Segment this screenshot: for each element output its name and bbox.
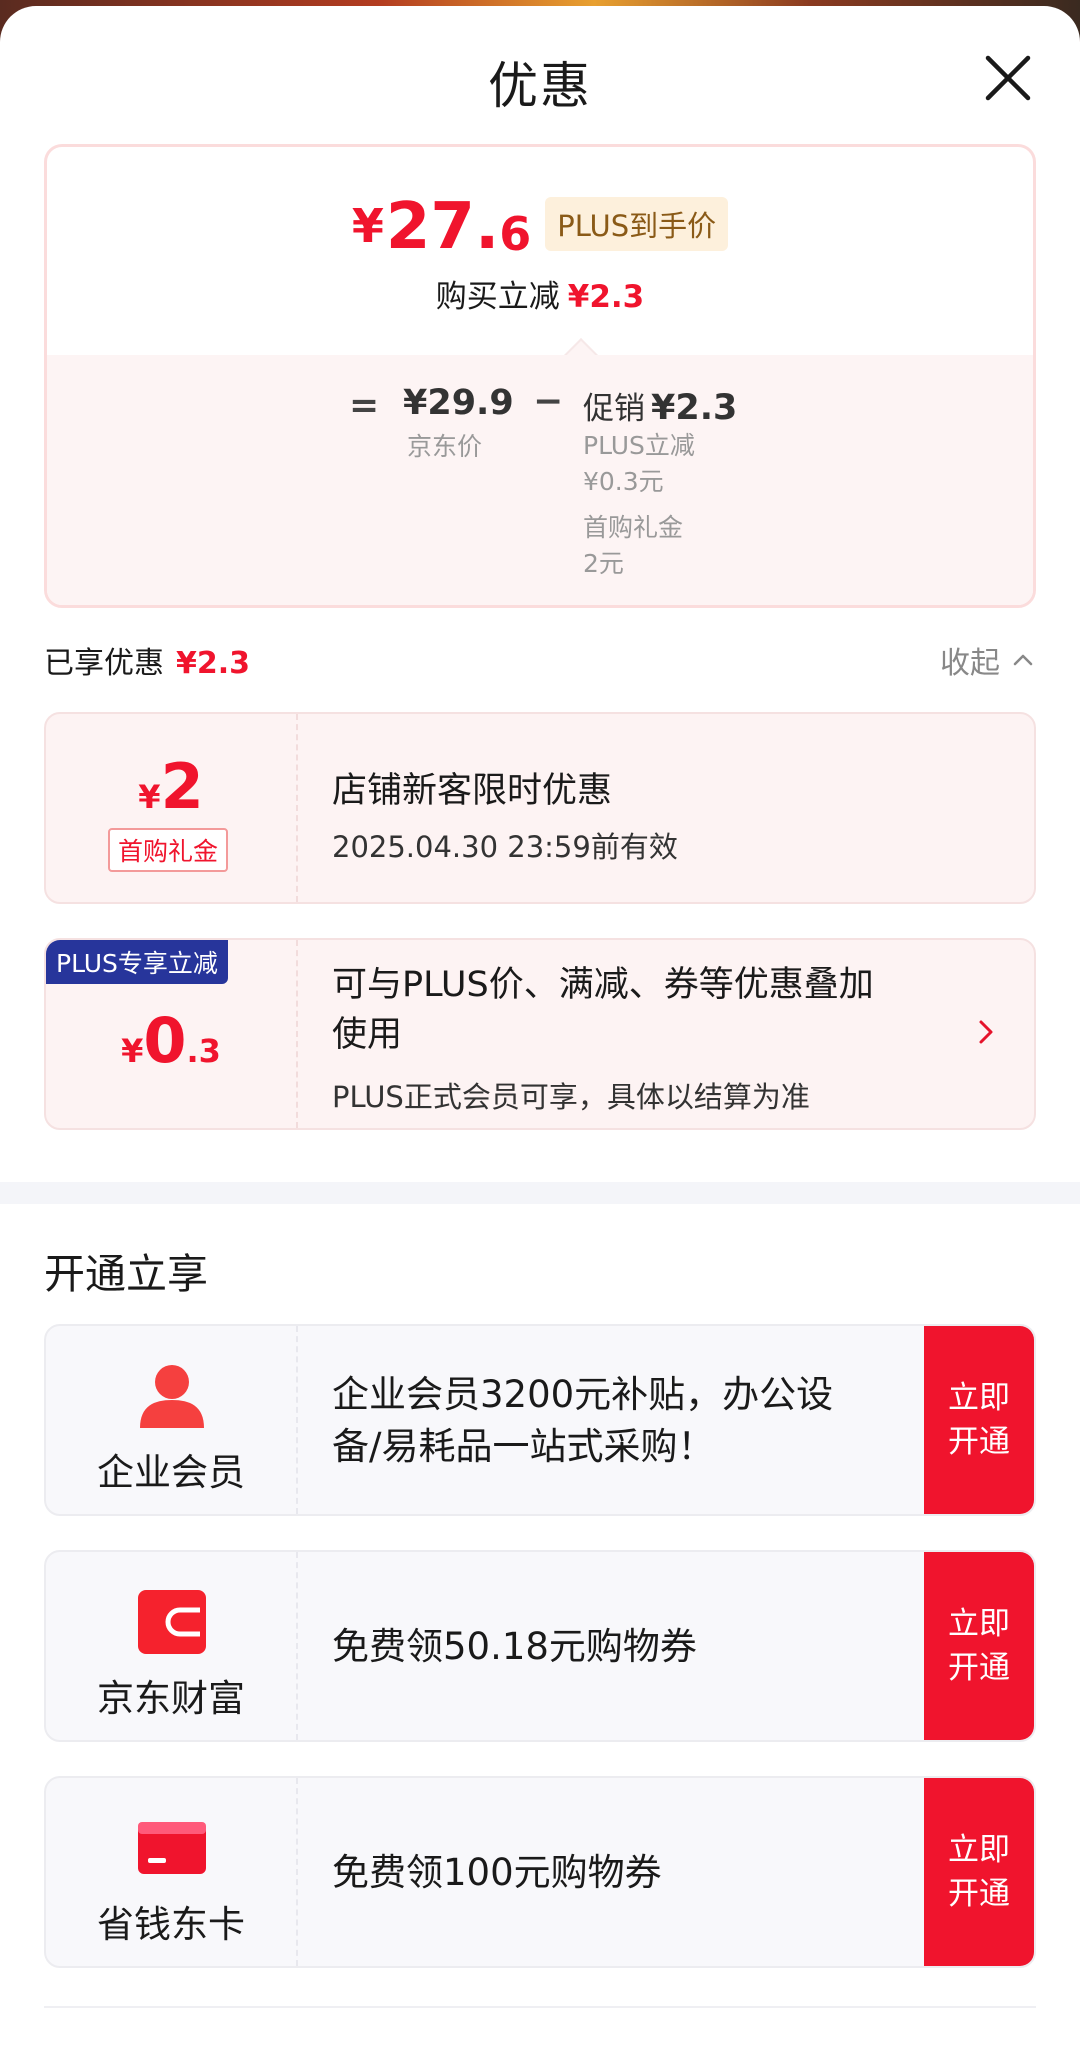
coupon-first-purchase[interactable]: ¥2 首购礼金 店铺新客限时优惠 2025.04.30 23:59前有效 <box>44 712 1036 904</box>
price-summary-card: ¥ 27. 6 PLUS到手价 购买立减 ¥2.3 = ¥29.9 京东价 − 促… <box>44 144 1036 608</box>
open-btn-line2: 开通 <box>948 1876 1010 1912</box>
promo-amount: ¥2.3 <box>651 388 738 428</box>
final-price-decimal: 6 <box>499 207 532 261</box>
buy-reduce-amount: ¥2.3 <box>567 279 645 315</box>
discount-sheet: 优惠 ¥ 27. 6 PLUS到手价 购买立减 ¥2.3 = ¥29.9 京东价… <box>0 6 1080 2047</box>
currency-symbol: ¥ <box>351 199 384 253</box>
coupon-note: PLUS正式会员可享，具体以结算为准 <box>332 1080 810 1114</box>
open-btn-line1: 立即 <box>948 1606 1010 1642</box>
coupon-amount-dec: .3 <box>186 1032 221 1070</box>
open-btn-line2: 开通 <box>948 1650 1010 1686</box>
price-summary-top: ¥ 27. 6 PLUS到手价 购买立减 ¥2.3 <box>47 147 1033 355</box>
offer-enterprise-member[interactable]: 企业会员 企业会员3200元补贴，办公设 备/易耗品一站式采购！ 立即 开通 <box>44 1324 1036 1516</box>
open-now-button[interactable]: 立即 开通 <box>924 1326 1034 1514</box>
coupon-title: 店铺新客限时优惠 <box>332 771 613 811</box>
close-button[interactable] <box>980 50 1036 106</box>
coupon-tag: 首购礼金 <box>108 828 229 872</box>
coupon-currency: ¥ <box>121 1032 144 1070</box>
offer-icon-area: 省钱东卡 <box>46 1778 298 1966</box>
coupon-plus-reduce[interactable]: ¥0.3 PLUS专享立减 可与PLUS价、满减、券等优惠叠加 使用 PLUS正… <box>44 938 1036 1130</box>
coupon-amount: ¥2 <box>46 750 296 823</box>
first-gift-label: 首购礼金 <box>583 513 684 542</box>
offer-desc-line1: 企业会员3200元补贴，办公设 <box>332 1373 834 1416</box>
enjoyed-label: 已享优惠 <box>44 646 164 681</box>
wallet-icon <box>138 1590 206 1654</box>
plus-price-tag: PLUS到手价 <box>545 197 729 251</box>
first-gift-value: 2元 <box>583 549 624 578</box>
chevron-up-icon <box>1013 654 1033 666</box>
close-icon <box>985 55 1031 101</box>
final-price-integer: 27. <box>385 190 500 264</box>
offer-name: 省钱东卡 <box>97 1903 245 1946</box>
coupon-amount: ¥0.3 <box>46 1004 296 1077</box>
coupon-amount-int: 0 <box>143 1004 187 1077</box>
final-price-row: ¥ 27. 6 PLUS到手价 <box>47 195 1033 259</box>
open-btn-line1: 立即 <box>948 1832 1010 1868</box>
enjoyed-amount: ¥2.3 <box>176 646 251 681</box>
open-now-button[interactable]: 立即 开通 <box>924 1552 1034 1740</box>
offer-desc-line2: 备/易耗品一站式采购！ <box>332 1425 715 1468</box>
person-icon <box>140 1365 204 1428</box>
enjoyed-discount-row: 已享优惠 ¥2.3 收起 <box>44 638 1036 688</box>
open-btn-line1: 立即 <box>948 1380 1010 1416</box>
buy-reduce-label: 购买立减 <box>435 279 560 315</box>
jd-price-value: ¥29.9 <box>403 383 514 423</box>
offer-name: 企业会员 <box>97 1451 245 1494</box>
coupon-title-line1: 可与PLUS价、满减、券等优惠叠加 <box>332 965 874 1005</box>
sheet-title: 优惠 <box>488 57 592 115</box>
plus-reduce-label: PLUS立减 <box>583 431 695 460</box>
coupon-currency: ¥ <box>138 778 161 816</box>
promo-label: 促销 <box>583 391 645 427</box>
jd-price-label: 京东价 <box>407 432 483 461</box>
open-section-title: 开通立享 <box>44 1250 208 1298</box>
collapse-label: 收起 <box>940 646 1000 681</box>
final-price: ¥ 27. 6 <box>352 195 531 259</box>
card-icon <box>138 1822 206 1874</box>
offer-desc-line1: 免费领50.18元购物券 <box>332 1625 697 1668</box>
offer-name: 京东财富 <box>97 1677 245 1720</box>
open-now-button[interactable]: 立即 开通 <box>924 1778 1034 1966</box>
price-breakdown: = ¥29.9 京东价 − 促销 ¥2.3 PLUS立减 ¥0.3元 首购礼金 2… <box>47 355 1033 605</box>
section-divider <box>0 1182 1080 1204</box>
offer-saving-card[interactable]: 省钱东卡 免费领100元购物券 立即 开通 <box>44 1776 1036 1968</box>
buy-reduce-line: 购买立减 ¥2.3 <box>47 271 1033 316</box>
bottom-divider <box>44 2006 1036 2008</box>
jd-price-block: ¥29.9 京东价 <box>403 383 514 463</box>
offer-desc-line1: 免费领100元购物券 <box>332 1851 662 1894</box>
equals-sign: = <box>349 385 380 426</box>
plus-exclusive-badge: PLUS专享立减 <box>46 940 228 984</box>
promo-head: 促销 ¥2.3 <box>583 383 737 428</box>
open-btn-line2: 开通 <box>948 1424 1010 1460</box>
coupon-validity: 2025.04.30 23:59前有效 <box>332 830 678 864</box>
coupon-amount-int: 2 <box>160 750 204 823</box>
coupon-amount-area: ¥2 首购礼金 <box>46 714 298 902</box>
plus-reduce-value: ¥0.3元 <box>583 467 664 496</box>
minus-sign: − <box>533 381 564 422</box>
promo-block: 促销 ¥2.3 PLUS立减 ¥0.3元 首购礼金 2元 <box>583 383 737 582</box>
offer-icon-area: 企业会员 <box>46 1326 298 1514</box>
coupon-title-line2: 使用 <box>332 1015 403 1055</box>
offer-jd-wealth[interactable]: 京东财富 免费领50.18元购物券 立即 开通 <box>44 1550 1036 1742</box>
chevron-right-icon[interactable] <box>970 1016 1002 1048</box>
offer-icon-area: 京东财富 <box>46 1552 298 1740</box>
collapse-button[interactable]: 收起 <box>940 638 1036 682</box>
